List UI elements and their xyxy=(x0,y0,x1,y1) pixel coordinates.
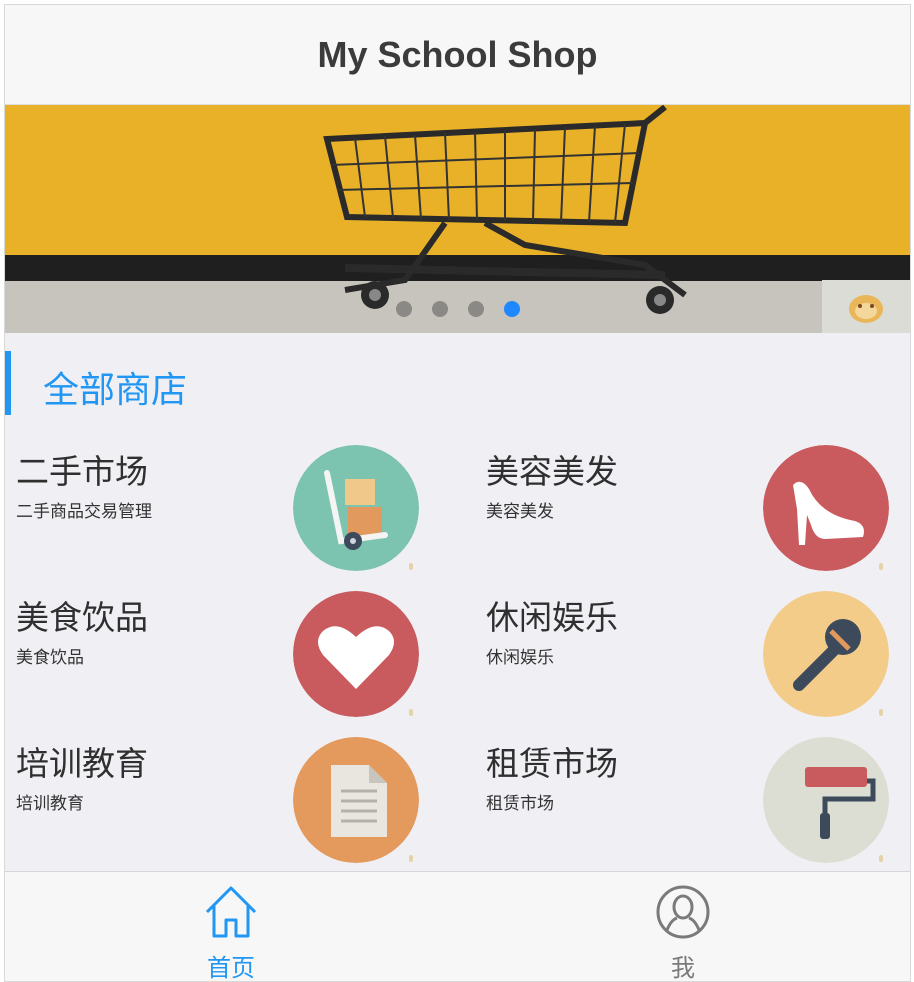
category-card[interactable]: 美食饮品 美食饮品 xyxy=(5,581,457,727)
page-title: My School Shop xyxy=(317,33,598,75)
category-card[interactable]: 培训教育 培训教育 xyxy=(5,727,457,873)
carousel-dot[interactable] xyxy=(503,301,520,317)
shopping-cart-image xyxy=(5,105,910,333)
category-name: 二手市场 xyxy=(16,453,148,490)
tab-home[interactable]: 首页 xyxy=(5,872,457,982)
tab-me[interactable]: 我 xyxy=(457,872,909,982)
tab-bar: 首页 我 xyxy=(5,871,910,982)
nav-bar: My School Shop xyxy=(5,5,910,105)
category-name: 休闲娱乐 xyxy=(486,599,618,636)
category-card[interactable]: 二手市场 二手商品交易管理 xyxy=(5,435,457,581)
floating-badge[interactable] xyxy=(822,280,910,333)
category-desc: 二手商品交易管理 xyxy=(16,502,152,521)
category-name: 美容美发 xyxy=(486,453,618,490)
category-name: 租赁市场 xyxy=(486,745,618,782)
category-desc: 美容美发 xyxy=(486,502,554,521)
high-heel-icon xyxy=(763,445,889,571)
carousel-indicator xyxy=(5,301,910,317)
tab-label: 首页 xyxy=(207,955,255,982)
category-card[interactable]: 租赁市场 租赁市场 xyxy=(475,727,910,873)
section-title: 全部商店 xyxy=(43,369,188,410)
document-icon xyxy=(293,737,419,863)
corner-marker xyxy=(409,709,413,716)
category-card[interactable]: 休闲娱乐 休闲娱乐 xyxy=(475,581,910,727)
category-name: 培训教育 xyxy=(16,745,148,782)
corner-marker xyxy=(409,563,413,570)
category-name: 美食饮品 xyxy=(16,599,148,636)
mascot-icon xyxy=(849,294,883,323)
category-desc: 休闲娱乐 xyxy=(486,648,554,667)
app-window: My School Shop 全部商店 二手市场 二手商品交易管理 美容美发 美… xyxy=(4,4,911,982)
category-desc: 美食饮品 xyxy=(16,648,84,667)
tab-label: 我 xyxy=(671,955,695,982)
corner-marker xyxy=(879,709,883,716)
category-desc: 培训教育 xyxy=(16,794,84,813)
section-header: 全部商店 xyxy=(5,351,910,415)
microphone-icon xyxy=(763,591,889,717)
carousel-dot[interactable] xyxy=(431,301,448,317)
home-icon xyxy=(205,886,257,938)
corner-marker xyxy=(879,855,883,862)
carousel-dot[interactable] xyxy=(395,301,412,317)
hand-truck-icon xyxy=(293,445,419,571)
category-card[interactable]: 美容美发 美容美发 xyxy=(475,435,910,581)
category-desc: 租赁市场 xyxy=(486,794,554,813)
user-icon xyxy=(656,885,710,939)
section-accent-bar xyxy=(5,351,11,415)
banner-carousel[interactable] xyxy=(5,105,910,333)
paint-roller-icon xyxy=(763,737,889,863)
corner-marker xyxy=(879,563,883,570)
corner-marker xyxy=(409,855,413,862)
heart-icon xyxy=(293,591,419,717)
carousel-dot[interactable] xyxy=(467,301,484,317)
